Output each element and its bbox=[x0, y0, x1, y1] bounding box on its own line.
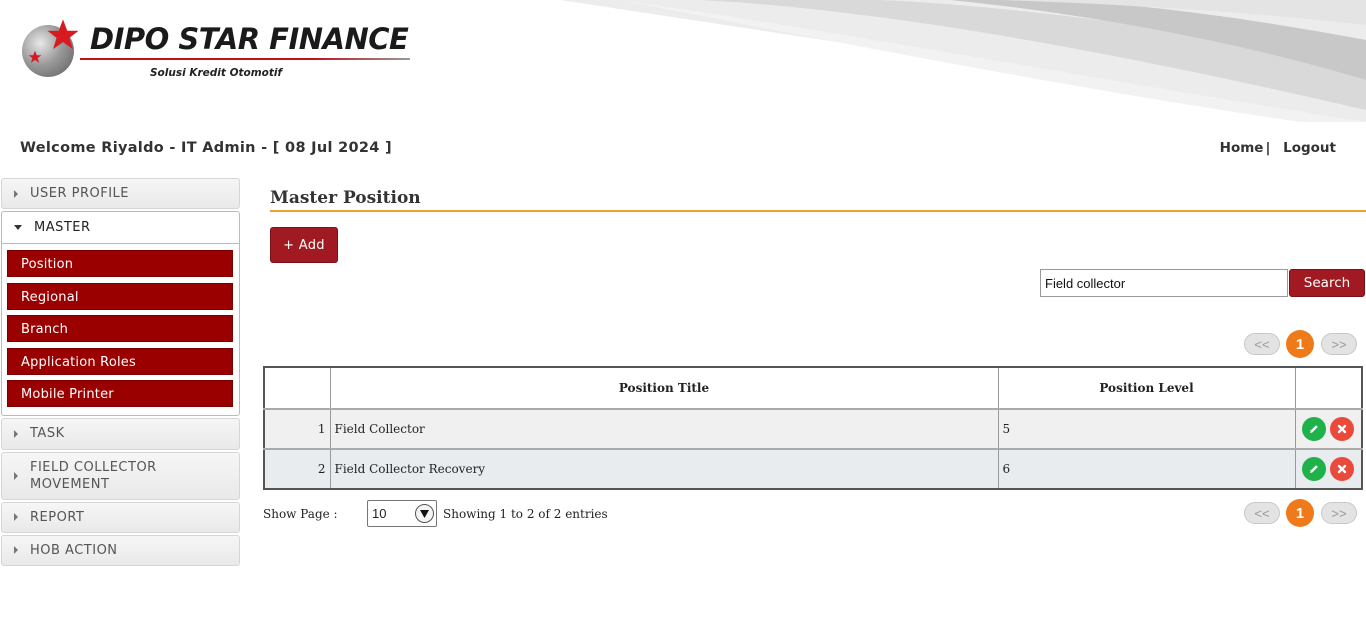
prev-page-button[interactable]: << bbox=[1244, 502, 1280, 524]
show-page-label: Show Page : bbox=[263, 507, 338, 521]
dropdown-arrow-icon bbox=[415, 504, 434, 523]
column-header-level: Position Level bbox=[997, 366, 1296, 410]
section-label: REPORT bbox=[30, 509, 85, 525]
page-size-value: 10 bbox=[372, 506, 387, 521]
brand-tagline: Solusi Kredit Otomotif bbox=[150, 67, 283, 79]
link-separator: | bbox=[1265, 140, 1271, 156]
search-input[interactable] bbox=[1040, 269, 1288, 297]
small-star-icon bbox=[28, 50, 42, 63]
pager-bottom: << 1 >> bbox=[1244, 499, 1357, 527]
page-title: Master Position bbox=[270, 188, 421, 208]
brand-underline bbox=[80, 58, 410, 60]
position-level-cell: 5 bbox=[997, 408, 1296, 450]
delete-icon[interactable] bbox=[1330, 457, 1355, 481]
table-row: 1 Field Collector 5 bbox=[263, 408, 1363, 450]
logout-link[interactable]: Logout bbox=[1283, 140, 1336, 156]
pager-top: << 1 >> bbox=[1244, 330, 1357, 358]
sidebar-item-application-roles[interactable]: Application Roles bbox=[7, 347, 233, 375]
search-button[interactable]: Search bbox=[1289, 269, 1365, 297]
edit-icon[interactable] bbox=[1302, 417, 1327, 441]
star-icon bbox=[47, 19, 79, 50]
home-link[interactable]: Home bbox=[1220, 140, 1264, 156]
sidebar-item-position[interactable]: Position bbox=[7, 250, 233, 277]
caret-down-icon bbox=[14, 225, 22, 230]
section-label: USER PROFILE bbox=[30, 186, 130, 201]
caret-right-icon bbox=[14, 471, 18, 480]
sidebar: USER PROFILE MASTER Position Regional Br… bbox=[1, 178, 240, 568]
brand-name: DIPO STAR FINANCE bbox=[90, 22, 409, 56]
position-title-cell: Field Collector Recovery bbox=[329, 448, 999, 490]
column-header-no bbox=[263, 366, 331, 410]
caret-right-icon bbox=[14, 429, 18, 438]
sidebar-section-report[interactable]: REPORT bbox=[1, 501, 240, 533]
section-label: TASK bbox=[30, 426, 65, 442]
section-label: FIELD COLLECTOR MOVEMENT bbox=[30, 459, 157, 492]
header: DIPO STAR FINANCE Solusi Kredit Otomotif bbox=[0, 0, 1366, 122]
next-page-button[interactable]: >> bbox=[1321, 333, 1357, 355]
current-page-button[interactable]: 1 bbox=[1286, 330, 1314, 358]
sidebar-section-task[interactable]: TASK bbox=[1, 417, 240, 450]
positions-table: Position Title Position Level 1 Field Co… bbox=[263, 366, 1363, 490]
table-row: 2 Field Collector Recovery 6 bbox=[263, 448, 1363, 490]
section-label: HOB ACTION bbox=[30, 542, 118, 558]
position-title-cell: Field Collector bbox=[329, 408, 999, 450]
caret-right-icon bbox=[14, 189, 18, 198]
master-submenu: Position Regional Branch Application Rol… bbox=[1, 244, 240, 416]
add-button[interactable]: + Add bbox=[270, 227, 338, 263]
sidebar-section-hob-action[interactable]: HOB ACTION bbox=[1, 534, 240, 566]
row-number: 2 bbox=[263, 448, 331, 490]
title-divider bbox=[270, 210, 1366, 212]
row-number: 1 bbox=[263, 408, 331, 450]
welcome-text: Welcome Riyaldo - IT Admin - [ 08 Jul 20… bbox=[20, 140, 392, 156]
caret-right-icon bbox=[14, 513, 18, 522]
delete-icon[interactable] bbox=[1330, 417, 1355, 441]
sidebar-section-field-collector-movement[interactable]: FIELD COLLECTOR MOVEMENT bbox=[1, 451, 240, 500]
sidebar-item-branch[interactable]: Branch bbox=[7, 315, 233, 343]
prev-page-button[interactable]: << bbox=[1244, 333, 1280, 355]
top-links: Home | Logout bbox=[1220, 140, 1336, 156]
table-header-row: Position Title Position Level bbox=[263, 366, 1363, 410]
edit-icon[interactable] bbox=[1302, 457, 1327, 481]
column-header-title: Position Title bbox=[329, 366, 999, 410]
current-page-button[interactable]: 1 bbox=[1286, 499, 1314, 527]
caret-right-icon bbox=[14, 546, 18, 555]
row-actions bbox=[1294, 408, 1363, 450]
brand-logo[interactable]: DIPO STAR FINANCE Solusi Kredit Otomotif bbox=[20, 19, 420, 90]
position-level-cell: 6 bbox=[997, 448, 1296, 490]
sidebar-section-user-profile[interactable]: USER PROFILE bbox=[1, 178, 240, 209]
sidebar-item-regional[interactable]: Regional bbox=[7, 282, 233, 310]
column-header-actions bbox=[1294, 366, 1363, 410]
entries-info: Showing 1 to 2 of 2 entries bbox=[443, 507, 608, 521]
page-size-select[interactable]: 10 bbox=[367, 500, 437, 527]
row-actions bbox=[1294, 448, 1363, 490]
sidebar-section-master[interactable]: MASTER bbox=[1, 211, 240, 244]
next-page-button[interactable]: >> bbox=[1321, 502, 1357, 524]
section-label: MASTER bbox=[34, 220, 91, 235]
sidebar-item-mobile-printer[interactable]: Mobile Printer bbox=[7, 380, 233, 408]
